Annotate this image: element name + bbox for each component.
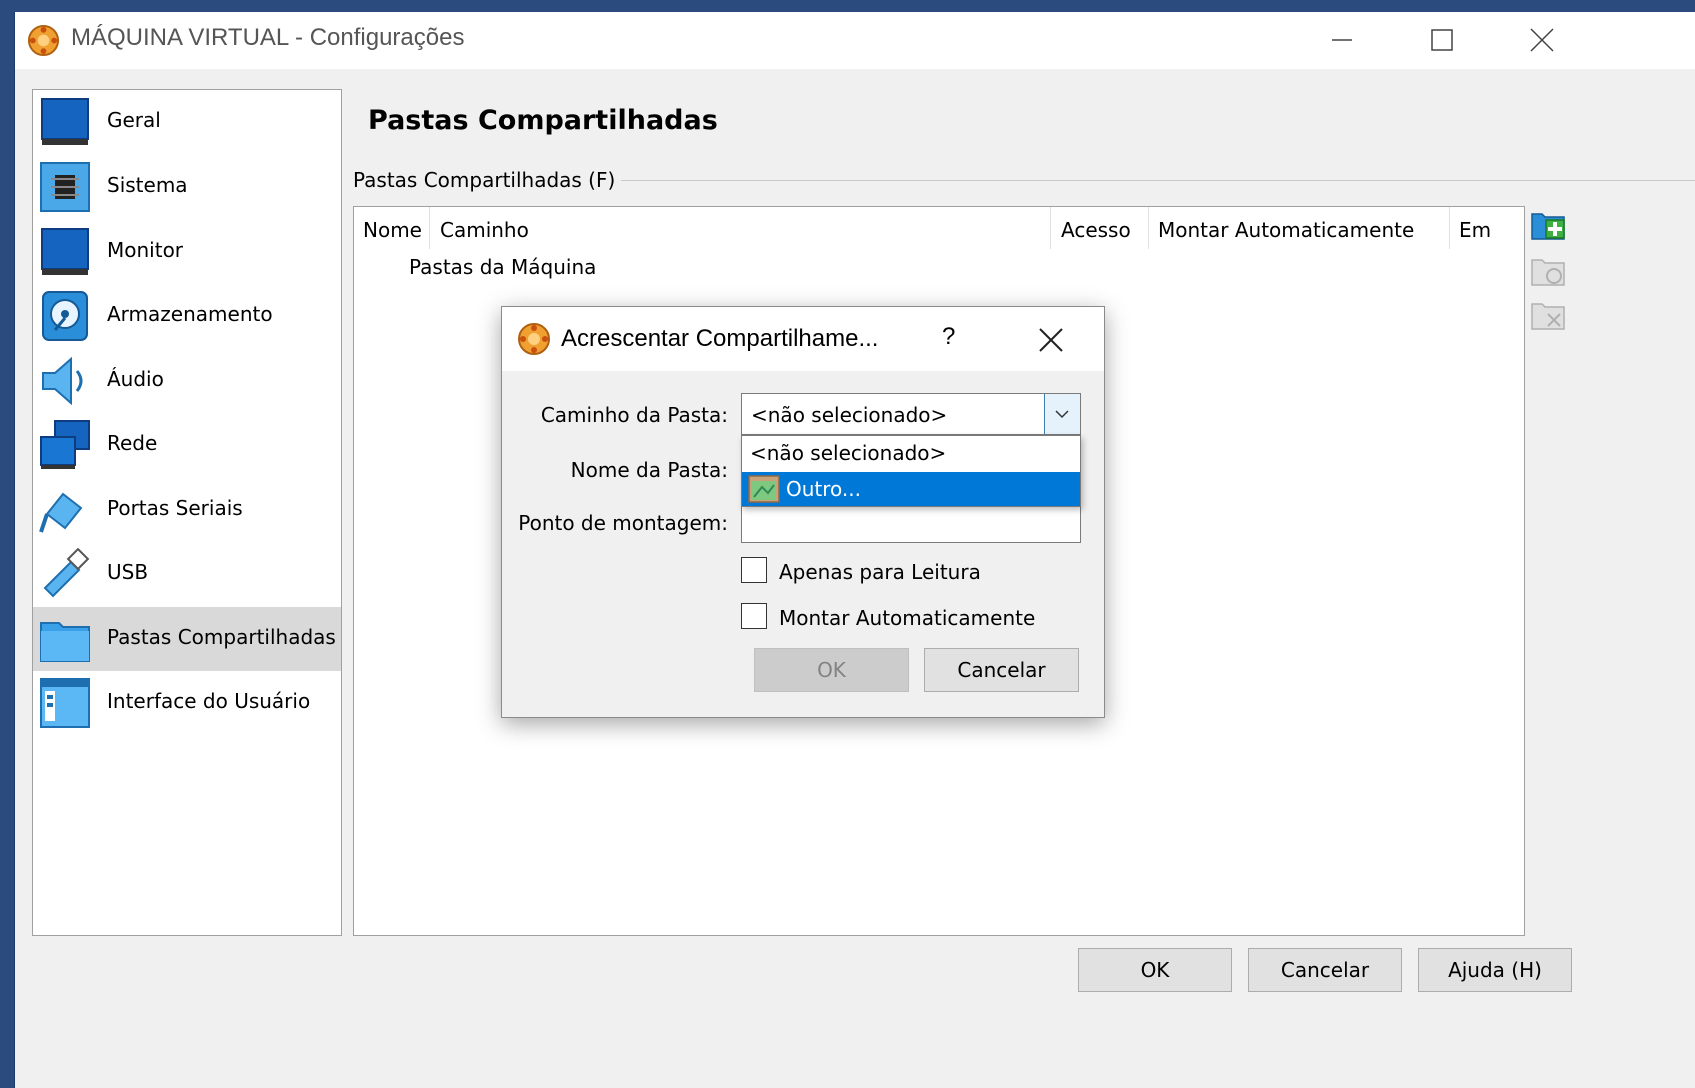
user-interface-icon [40, 678, 90, 728]
dialog-close-icon[interactable] [1034, 323, 1068, 357]
virtualbox-icon [27, 24, 60, 57]
sidebar-item-armazenamento[interactable]: Armazenamento [33, 284, 341, 348]
group-label: Pastas Compartilhadas (F) [353, 168, 626, 192]
auto-mount-checkbox[interactable] [741, 603, 767, 629]
sidebar-item-monitor[interactable]: Monitor [33, 220, 341, 284]
group-divider [621, 180, 1695, 181]
cancel-button[interactable]: Cancelar [1248, 948, 1402, 992]
close-icon [1530, 28, 1554, 52]
dialog-title: Acrescentar Compartilhame... [561, 325, 879, 352]
chip-icon [40, 162, 90, 212]
maximize-icon [1431, 29, 1453, 51]
sidebar-item-rede[interactable]: Rede [33, 413, 341, 477]
sidebar-item-label: Armazenamento [107, 302, 273, 326]
edit-shared-folder-icon[interactable] [1530, 254, 1566, 290]
virtualbox-icon [518, 323, 550, 355]
sidebar-item-label: Geral [107, 108, 161, 132]
settings-sidebar: Geral Sistema Monitor Armazenamento Áudi… [32, 89, 342, 936]
minimize-button[interactable] [1322, 20, 1362, 60]
folder-path-combobox[interactable]: <não selecionado> [741, 393, 1081, 435]
sidebar-item-pastas-compartilhadas[interactable]: Pastas Compartilhadas [33, 607, 341, 671]
usb-icon [43, 548, 90, 598]
page-title: Pastas Compartilhadas [368, 105, 718, 136]
auto-mount-label[interactable]: Montar Automaticamente [779, 606, 1035, 630]
monitor-icon [41, 98, 89, 145]
mount-point-field[interactable] [741, 501, 1081, 543]
ok-button[interactable]: OK [1078, 948, 1232, 992]
mount-point-label: Ponto de montagem: [518, 511, 728, 535]
close-button[interactable] [1522, 20, 1562, 60]
column-header-acesso[interactable]: Acesso [1061, 218, 1131, 242]
title-bar: MÁQUINA VIRTUAL - Configurações [15, 12, 1695, 69]
sidebar-item-portas-seriais[interactable]: Portas Seriais [33, 478, 341, 542]
chevron-down-icon [1055, 410, 1069, 419]
sidebar-item-sistema[interactable]: Sistema [33, 155, 341, 219]
folder-icon [40, 622, 90, 662]
maximize-button[interactable] [1422, 20, 1462, 60]
add-shared-folder-icon[interactable] [1530, 208, 1566, 244]
sidebar-item-usb[interactable]: USB [33, 542, 341, 606]
display-icon [41, 228, 89, 275]
sidebar-item-label: Sistema [107, 173, 188, 197]
dropdown-option-not-selected[interactable]: <não selecionado> [742, 436, 1080, 470]
sidebar-item-geral[interactable]: Geral [33, 90, 341, 154]
folder-path-dropdown-list: <não selecionado> Outro... [741, 435, 1081, 507]
disk-icon [42, 291, 88, 341]
dropdown-option-label: <não selecionado> [750, 441, 947, 465]
dialog-title-bar: Acrescentar Compartilhame... ? [502, 307, 1104, 371]
dropdown-option-other[interactable]: Outro... [742, 472, 1080, 506]
column-header-em[interactable]: Em [1459, 218, 1491, 242]
minimize-icon [1332, 39, 1352, 41]
sidebar-item-label: Áudio [107, 367, 164, 391]
sidebar-item-label: Rede [107, 431, 158, 455]
window-title: MÁQUINA VIRTUAL - Configurações [71, 24, 465, 51]
sidebar-item-label: Monitor [107, 238, 184, 262]
folder-path-dropdown-button[interactable] [1044, 394, 1080, 434]
folder-path-label: Caminho da Pasta: [540, 403, 728, 427]
speaker-icon [42, 356, 83, 406]
serial-port-icon [39, 492, 83, 533]
dialog-help-button[interactable]: ? [942, 323, 955, 351]
folder-image-icon [748, 475, 780, 503]
settings-window: MÁQUINA VIRTUAL - Configurações Geral Si… [14, 12, 1695, 1088]
dialog-cancel-button[interactable]: Cancelar [924, 648, 1079, 692]
sidebar-item-label: USB [107, 560, 149, 584]
sidebar-item-audio[interactable]: Áudio [33, 349, 341, 413]
sidebar-item-label: Portas Seriais [107, 496, 243, 520]
column-separator [1050, 207, 1051, 249]
dropdown-option-label: Outro... [786, 477, 861, 501]
column-header-caminho[interactable]: Caminho [440, 218, 529, 242]
table-row-machine-folders[interactable]: Pastas da Máquina [409, 255, 596, 279]
remove-shared-folder-icon[interactable] [1530, 298, 1566, 334]
column-header-montar-automaticamente[interactable]: Montar Automaticamente [1158, 218, 1414, 242]
folder-path-value: <não selecionado> [751, 403, 948, 427]
dialog-ok-button[interactable]: OK [754, 648, 909, 692]
read-only-checkbox[interactable] [741, 557, 767, 583]
column-separator [1449, 207, 1450, 249]
help-button[interactable]: Ajuda (H) [1418, 948, 1572, 992]
add-share-dialog: Acrescentar Compartilhame... ? Caminho d… [501, 306, 1105, 718]
folder-name-label: Nome da Pasta: [570, 458, 728, 482]
network-icon [40, 420, 90, 469]
column-header-nome[interactable]: Nome [363, 218, 422, 242]
sidebar-item-interface-do-usuario[interactable]: Interface do Usuário [33, 671, 341, 735]
column-separator [1148, 207, 1149, 249]
sidebar-item-label: Pastas Compartilhadas [107, 625, 336, 649]
read-only-label[interactable]: Apenas para Leitura [779, 560, 981, 584]
column-separator [429, 207, 430, 249]
sidebar-item-label: Interface do Usuário [107, 689, 311, 713]
